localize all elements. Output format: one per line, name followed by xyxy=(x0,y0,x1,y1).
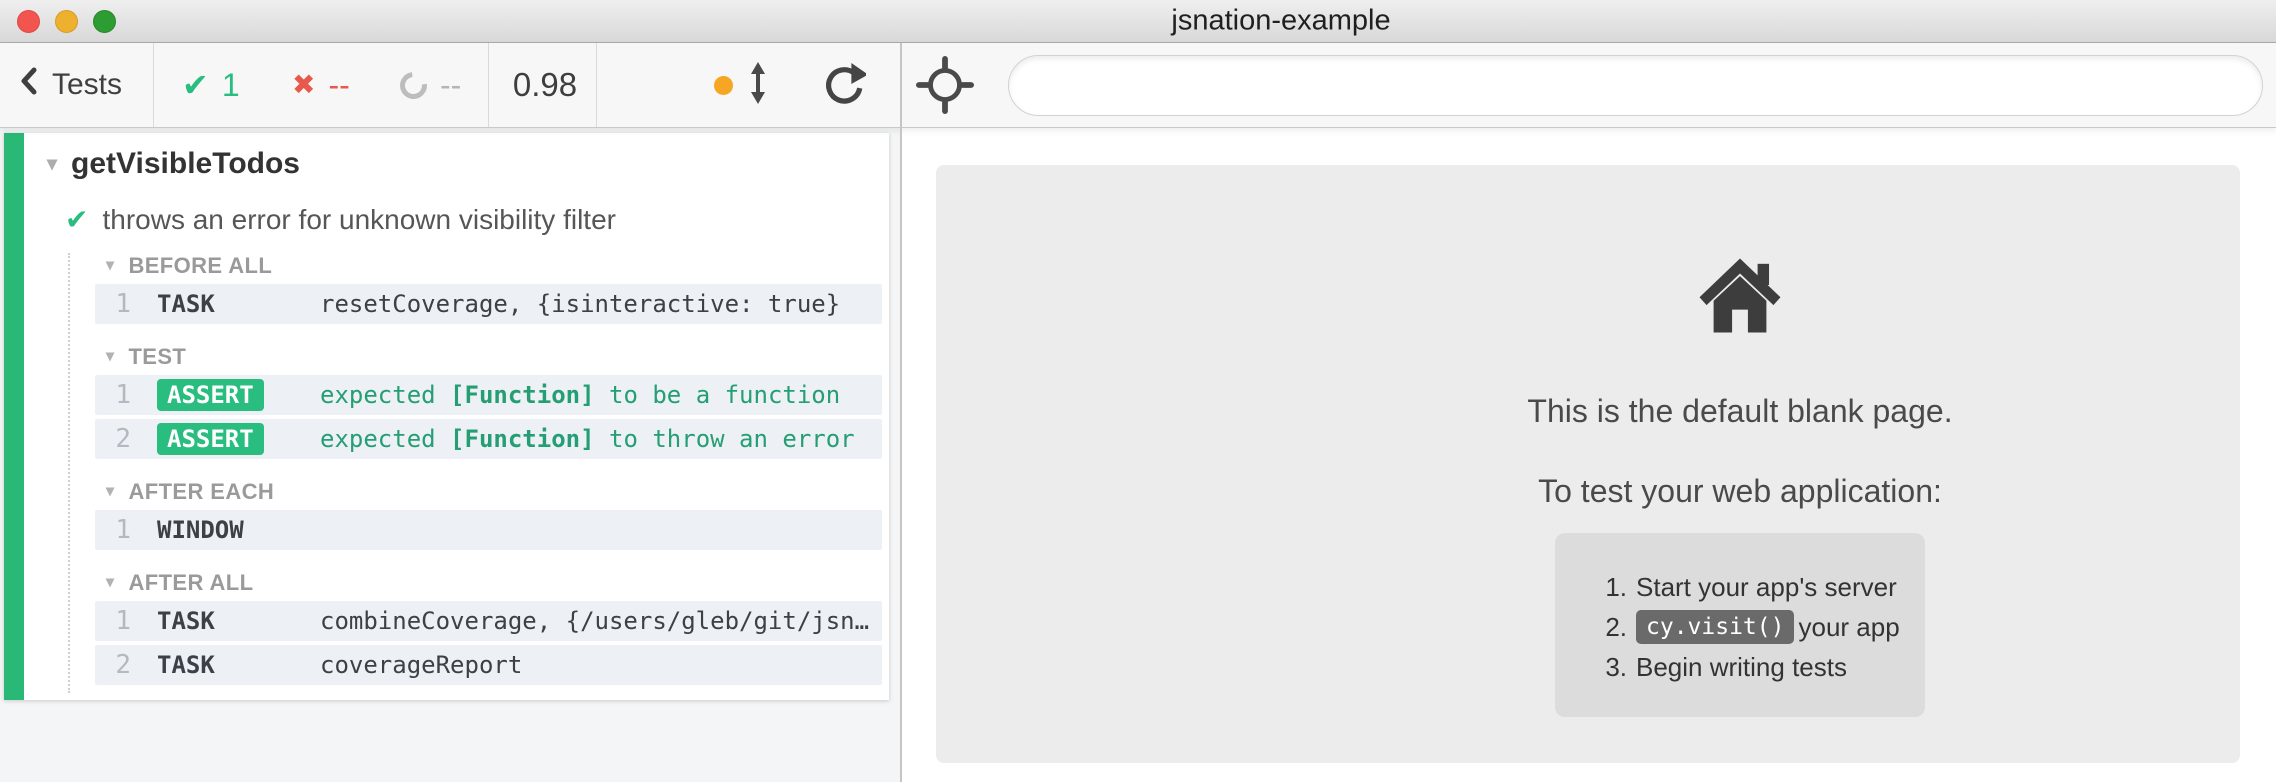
toolbar-divider xyxy=(488,43,489,127)
step-number: 3. xyxy=(1595,652,1627,683)
suite-block: ▾ getVisibleTodos ✔ throws an error for … xyxy=(4,133,889,700)
check-icon: ✔ xyxy=(182,69,209,101)
blank-page-heading: This is the default blank page. xyxy=(1440,391,2040,431)
command-number: 2 xyxy=(95,650,131,680)
url-input[interactable] xyxy=(1008,55,2263,116)
suite-title: getVisibleTodos xyxy=(71,146,300,181)
close-button[interactable] xyxy=(17,10,40,33)
hook-name: TEST xyxy=(128,344,186,370)
command-method: TASK xyxy=(157,290,312,318)
pending-count-value: -- xyxy=(440,67,461,104)
test-row[interactable]: ✔ throws an error for unknown visibility… xyxy=(24,203,889,237)
window-title: jsnation-example xyxy=(1171,5,1390,38)
passed-count-value: 1 xyxy=(222,67,240,104)
command-row[interactable]: 1 TASK combineCoverage, {/users/gleb/git/j… xyxy=(95,601,882,641)
command-message: combineCoverage, {/users/gleb/git/jsnati… xyxy=(320,607,882,635)
hook-name: AFTER EACH xyxy=(128,479,274,505)
home-icon xyxy=(1440,255,2040,341)
step-item: 3. Begin writing tests xyxy=(1595,647,1925,687)
pending-circle-icon xyxy=(395,66,433,104)
selector-playground-button[interactable] xyxy=(916,43,974,127)
panel-divider[interactable] xyxy=(900,43,902,782)
test-duration: 0.98 xyxy=(500,43,590,127)
hooks: ▾ BEFORE ALL 1 TASK resetCoverage, {isintera… xyxy=(68,253,889,693)
command-message: expected [Function] to throw an error xyxy=(320,425,882,453)
hook-header[interactable]: ▾ BEFORE ALL xyxy=(70,253,889,279)
assert-badge: ASSERT xyxy=(157,423,264,455)
resize-vertical-icon xyxy=(748,62,768,109)
reporter-pane: ▾ getVisibleTodos ✔ throws an error for … xyxy=(0,128,900,782)
assert-badge: ASSERT xyxy=(157,379,264,411)
step-item: 2. cy.visit() your app xyxy=(1595,607,1925,647)
aut-pane: This is the default blank page. To test … xyxy=(902,128,2276,782)
command-number: 1 xyxy=(95,380,131,410)
command-row[interactable]: 1 TASK resetCoverage, {isinteractive: true… xyxy=(95,284,882,324)
command-method: ASSERT xyxy=(157,379,312,411)
hook-name: AFTER ALL xyxy=(128,570,253,596)
suite-header[interactable]: ▾ getVisibleTodos xyxy=(24,146,889,181)
command-row[interactable]: 1 WINDOW xyxy=(95,510,882,550)
command-row[interactable]: 2 ASSERT expected [Function] to throw an e… xyxy=(95,419,882,459)
caret-down-icon: ▾ xyxy=(106,349,114,365)
hook-header[interactable]: ▾ TEST xyxy=(70,344,889,370)
blank-page-subheading: To test your web application: xyxy=(1440,471,2040,511)
command-number: 1 xyxy=(95,515,131,545)
hook-name: BEFORE ALL xyxy=(128,253,272,279)
caret-down-icon: ▾ xyxy=(106,484,114,500)
command-method: TASK xyxy=(157,607,312,635)
step-number: 1. xyxy=(1595,572,1627,603)
command-message: resetCoverage, {isinteractive: true} xyxy=(320,290,882,318)
step-text: your app xyxy=(1798,612,1899,643)
x-icon: ✖ xyxy=(292,71,315,99)
failed-count-value: -- xyxy=(328,67,349,104)
command-method: TASK xyxy=(157,651,312,679)
titlebar: jsnation-example xyxy=(0,0,2276,43)
minimize-button[interactable] xyxy=(55,10,78,33)
step-item: 1. Start your app's server xyxy=(1595,567,1925,607)
hook-header[interactable]: ▾ AFTER ALL xyxy=(70,570,889,596)
check-icon: ✔ xyxy=(65,206,88,234)
command-message: coverageReport xyxy=(320,651,882,679)
pending-count: -- xyxy=(400,43,461,127)
step-text: Start your app's server xyxy=(1636,572,1897,603)
back-to-tests-label: Tests xyxy=(52,68,122,102)
chevron-left-icon xyxy=(20,66,38,104)
failed-count: ✖ -- xyxy=(292,43,350,127)
code-chip: cy.visit() xyxy=(1636,610,1794,644)
command-number: 1 xyxy=(95,289,131,319)
command-number: 1 xyxy=(95,606,131,636)
toolbar: Tests ✔ 1 ✖ -- -- 0.98 xyxy=(0,43,2276,128)
back-to-tests-button[interactable]: Tests xyxy=(20,43,122,127)
step-number: 2. xyxy=(1595,612,1627,643)
test-title: throws an error for unknown visibility f… xyxy=(102,203,616,237)
zoom-button[interactable] xyxy=(93,10,116,33)
caret-down-icon: ▾ xyxy=(106,575,114,591)
toolbar-divider xyxy=(153,43,154,127)
command-row[interactable]: 2 TASK coverageReport xyxy=(95,645,882,685)
steps-box: 1. Start your app's server 2. cy.visit() yo… xyxy=(1555,533,1925,717)
caret-down-icon: ▾ xyxy=(47,154,57,174)
hook-header[interactable]: ▾ AFTER EACH xyxy=(70,479,889,505)
command-number: 2 xyxy=(95,424,131,454)
reload-button[interactable] xyxy=(820,43,866,127)
command-message: expected [Function] to be a function xyxy=(320,381,882,409)
viewport-dot-icon xyxy=(714,76,733,95)
command-method: ASSERT xyxy=(157,423,312,455)
viewport-scale-indicator xyxy=(714,43,768,127)
passed-count: ✔ 1 xyxy=(182,43,240,127)
step-text: Begin writing tests xyxy=(1636,652,1847,683)
command-method: WINDOW xyxy=(157,516,312,544)
caret-down-icon: ▾ xyxy=(106,258,114,274)
blank-page-content: This is the default blank page. To test … xyxy=(1440,128,2040,717)
toolbar-divider xyxy=(596,43,597,127)
command-row[interactable]: 1 ASSERT expected [Function] to be a funct… xyxy=(95,375,882,415)
